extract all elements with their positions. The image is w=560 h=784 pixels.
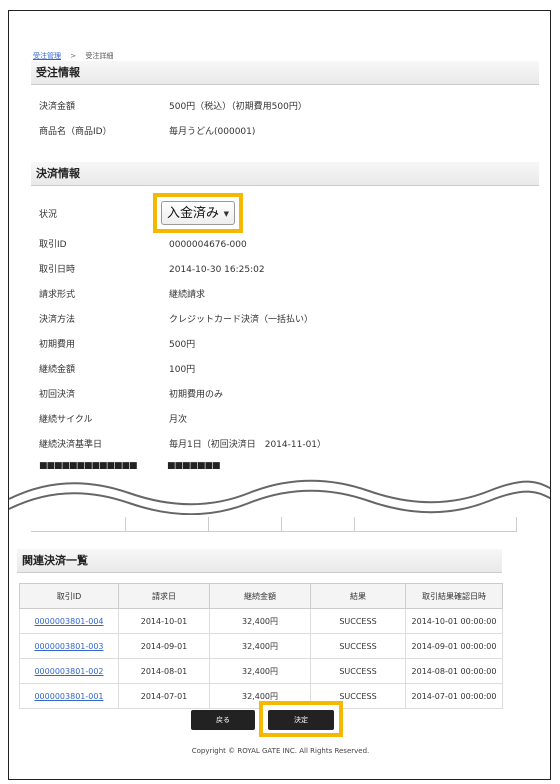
confirmed-at-cell: 2014-07-01 00:00:00 [405,683,503,709]
decide-button[interactable]: 決定 [268,710,334,730]
column-header: 請求日 [118,583,210,609]
row-label: 継続決済基準日 [39,440,103,450]
result-cell: SUCCESS [310,633,406,659]
payment-info-row: 取引日時 2014-10-30 16:25:02 [39,262,529,278]
transaction-id-link[interactable]: 0000003801-001 [19,683,119,709]
order-info-row: 商品名（商品ID） 毎月うどん(000001) [39,124,529,140]
row-value: クレジットカード決済（一括払い） [169,315,314,325]
payment-info-row: 初期費用 500円 [39,337,529,353]
amount-cell: 32,400円 [209,658,311,684]
row-label: 商品名（商品ID） [39,127,112,137]
row-value: 100円 [169,365,196,375]
billing-date-cell: 2014-08-01 [118,658,210,684]
amount-cell: 32,400円 [209,608,311,634]
breadcrumb-current: 受注詳細 [85,52,114,60]
row-label: 初期費用 [39,340,76,350]
status-select[interactable]: 入金済み ▼ [161,201,235,225]
status-label: 状況 [39,210,58,220]
partial-cell [355,517,517,531]
confirmed-at-cell: 2014-09-01 00:00:00 [405,633,503,659]
status-row: 状況 [39,207,529,223]
amount-cell: 32,400円 [209,633,311,659]
payment-info-row: 継続決済基準日 毎月1日（初回決済日 2014-11-01） [39,437,529,453]
partial-cell [282,517,355,531]
order-info-header: 受注情報 [31,61,539,85]
row-label: 継続サイクル [39,415,93,425]
row-value: 初期費用のみ [169,390,224,400]
payment-info-header: 決済情報 [31,162,539,186]
row-label: 取引日時 [39,265,76,275]
back-button[interactable]: 戻る [191,710,255,730]
payment-info-row: 取引ID 0000004676-000 [39,237,529,253]
page-break-wave [9,469,550,515]
row-value: 継続請求 [169,290,206,300]
transaction-id-link[interactable]: 0000003801-004 [19,608,119,634]
related-payments-header: 関連決済一覧 [17,549,502,573]
row-value: 500円 [169,340,196,350]
column-header: 取引結果確認日時 [405,583,503,609]
column-header: 継続金額 [209,583,311,609]
row-label: 決済方法 [39,315,76,325]
transaction-id-link[interactable]: 0000003801-003 [19,633,119,659]
result-cell: SUCCESS [310,608,406,634]
billing-date-cell: 2014-07-01 [118,683,210,709]
status-selected-value: 入金済み [167,206,220,221]
transaction-id-link[interactable]: 0000003801-002 [19,658,119,684]
confirmed-at-cell: 2014-08-01 00:00:00 [405,658,503,684]
row-value: 500円（税込）（初期費用500円） [169,102,307,112]
row-value: 月次 [169,415,188,425]
footer-copyright: Copyright © ROYAL GATE INC. All Rights R… [191,747,370,755]
payment-info-row: 請求形式 継続請求 [39,287,529,303]
chevron-down-icon: ▼ [223,210,229,218]
partial-cell [31,517,126,531]
row-label: 継続金額 [39,365,76,375]
result-cell: SUCCESS [310,658,406,684]
row-label: 初回決済 [39,390,76,400]
table-row: 0000003801-003 2014-09-01 32,400円 SUCCES… [19,633,503,659]
page-frame: 受注管理 > 受注詳細 受注情報 決済金額 500円（税込）（初期費用500円）… [8,10,551,780]
payment-info-row: 継続サイクル 月次 [39,412,529,428]
confirmed-at-cell: 2014-10-01 00:00:00 [405,608,503,634]
row-label: 取引ID [39,240,67,250]
row-label: 決済金額 [39,102,76,112]
breadcrumb: 受注管理 > 受注詳細 [33,51,113,61]
related-payments-table: 取引ID 請求日 継続金額 結果 取引結果確認日時 0000003801-004… [19,583,503,709]
billing-date-cell: 2014-10-01 [118,608,210,634]
payment-info-row: 初回決済 初期費用のみ [39,387,529,403]
partial-cell [126,517,209,531]
payment-info-row: 決済方法 クレジットカード決済（一括払い） [39,312,529,328]
column-header: 結果 [310,583,406,609]
partial-table-fragment [31,517,517,532]
table-header-row: 取引ID 請求日 継続金額 結果 取引結果確認日時 [19,583,503,609]
payment-info-row: 継続金額 100円 [39,362,529,378]
status-highlight-box: 入金済み ▼ [153,193,243,233]
breadcrumb-separator: > [70,52,77,60]
row-value: 毎月1日（初回決済日 2014-11-01） [169,440,327,450]
column-header: 取引ID [19,583,119,609]
table-row: 0000003801-004 2014-10-01 32,400円 SUCCES… [19,608,503,634]
row-value: 2014-10-30 16:25:02 [169,265,265,275]
billing-date-cell: 2014-09-01 [118,633,210,659]
row-label: 請求形式 [39,290,76,300]
order-info-row: 決済金額 500円（税込）（初期費用500円） [39,99,529,115]
row-value: 毎月うどん(000001) [169,127,256,137]
table-row: 0000003801-002 2014-08-01 32,400円 SUCCES… [19,658,503,684]
row-value: 0000004676-000 [169,240,247,250]
partial-cell [209,517,282,531]
decide-highlight-box: 決定 [259,701,343,737]
breadcrumb-order-management-link[interactable]: 受注管理 [33,52,61,60]
